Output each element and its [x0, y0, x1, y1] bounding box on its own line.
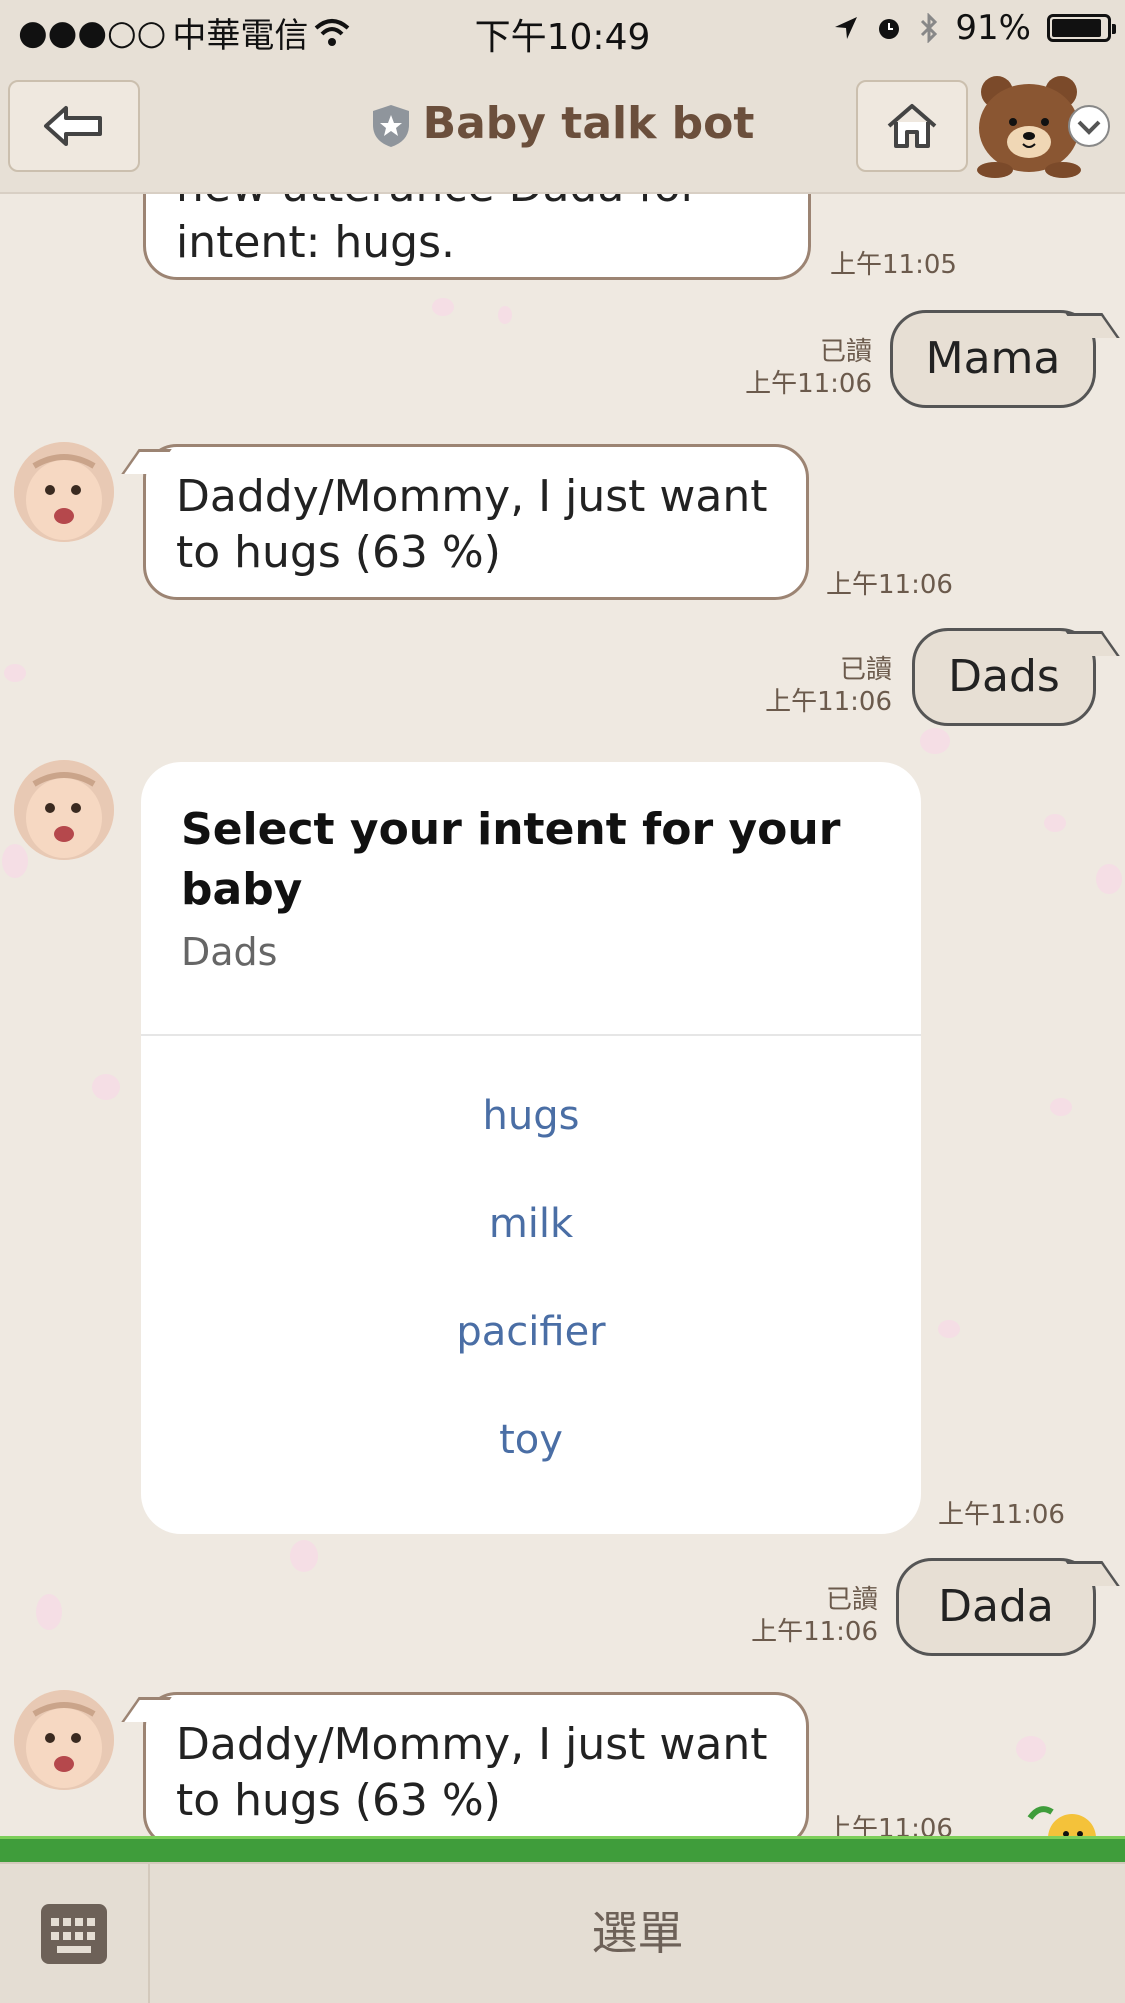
intent-option-milk[interactable]: milk	[141, 1194, 921, 1254]
message-text-line: to hugs (63 %)	[176, 1775, 501, 1826]
read-receipt: 已讀 上午11:06	[740, 654, 892, 718]
message-text-line: intent: hugs.	[176, 217, 455, 268]
read-label: 已讀	[819, 337, 872, 367]
chat-area[interactable]: new utterance Dada for intent: hugs. 上午1…	[0, 194, 1125, 1858]
message-text-line: Daddy/Mommy, I just want	[176, 1719, 768, 1770]
user-message-bubble[interactable]: Mama	[890, 310, 1096, 408]
battery-icon	[1047, 14, 1116, 42]
bluetooth-icon	[921, 13, 938, 43]
petal-decoration	[290, 1540, 318, 1572]
petal-decoration	[1044, 814, 1066, 832]
message-text-line: to hugs (63 %)	[176, 527, 501, 578]
bot-message-bubble[interactable]: Daddy/Mommy, I just want to hugs (63 %)	[143, 444, 809, 600]
rich-menu-toggle[interactable]: 選單	[150, 1864, 1125, 2003]
baby-face-icon	[14, 1690, 114, 1790]
petal-decoration	[920, 728, 950, 754]
read-receipt: 已讀 上午11:06	[726, 1584, 878, 1648]
read-label: 已讀	[839, 655, 892, 685]
battery-fill	[1052, 19, 1102, 37]
keyboard-toggle-button[interactable]	[0, 1864, 150, 2003]
home-icon	[887, 104, 937, 148]
petal-decoration	[1016, 1736, 1046, 1762]
keyboard-icon	[41, 1903, 107, 1964]
read-receipt: 已讀 上午11:06	[720, 336, 872, 400]
message-text: Dads	[948, 651, 1060, 702]
intent-option-hugs[interactable]: hugs	[141, 1086, 921, 1146]
user-message-bubble[interactable]: Dada	[896, 1558, 1096, 1656]
message-timestamp: 上午11:06	[938, 1500, 1065, 1530]
bot-avatar[interactable]	[14, 442, 114, 542]
message-timestamp: 上午11:06	[765, 687, 892, 717]
message-text: Dada	[938, 1581, 1054, 1632]
status-bar: ●●●○○ 中華電信 下午10:49 91%	[0, 0, 1125, 62]
nav-bar: Baby talk bot	[0, 62, 1125, 194]
petal-decoration	[432, 298, 454, 316]
alarm-icon	[879, 19, 900, 39]
user-message-bubble[interactable]: Dads	[912, 628, 1096, 726]
message-timestamp: 上午11:06	[751, 1617, 878, 1647]
baby-face-icon	[14, 442, 114, 542]
battery-percent: 91%	[955, 8, 1031, 48]
intent-option-toy[interactable]: toy	[141, 1410, 921, 1470]
chevron-down-icon	[1068, 105, 1110, 147]
petal-decoration	[2, 844, 28, 878]
chat-title-text: Baby talk bot	[422, 98, 755, 149]
status-right: 91%	[833, 8, 1116, 48]
petal-decoration	[92, 1074, 120, 1100]
message-timestamp: 上午11:06	[745, 369, 872, 399]
message-text-line: Daddy/Mommy, I just want	[176, 471, 768, 522]
intent-selection-card: Select your intent for your baby Dads hu…	[141, 762, 921, 1534]
menu-dropdown-button[interactable]	[975, 70, 1115, 180]
petal-decoration	[1096, 864, 1122, 894]
official-account-shield-icon	[372, 105, 409, 147]
bot-message-bubble[interactable]: new utterance Dada for intent: hugs.	[143, 194, 811, 280]
petal-decoration	[498, 306, 512, 324]
location-arrow-icon	[835, 17, 858, 39]
card-subtitle: Dads	[181, 930, 278, 974]
card-title: Select your intent for your baby	[181, 804, 841, 915]
message-timestamp: 上午11:05	[830, 250, 957, 280]
petal-decoration	[938, 1320, 960, 1338]
message-text-line: new utterance Dada for	[176, 194, 778, 215]
message-timestamp: 上午11:06	[826, 570, 953, 600]
read-label: 已讀	[825, 1585, 878, 1615]
petal-decoration	[4, 664, 26, 682]
intent-option-pacifier[interactable]: pacifier	[141, 1302, 921, 1362]
bottom-bar: 選單	[0, 1862, 1125, 2003]
bot-avatar[interactable]	[14, 1690, 114, 1790]
baby-face-icon	[14, 760, 114, 860]
message-text: Mama	[925, 333, 1061, 384]
card-divider	[141, 1034, 921, 1036]
bot-message-bubble[interactable]: Daddy/Mommy, I just want to hugs (63 %)	[143, 1692, 809, 1848]
petal-decoration	[36, 1594, 62, 1630]
grass-decoration	[0, 1836, 1125, 1863]
bot-avatar[interactable]	[14, 760, 114, 860]
petal-decoration	[1050, 1098, 1072, 1116]
home-button[interactable]	[856, 80, 968, 172]
